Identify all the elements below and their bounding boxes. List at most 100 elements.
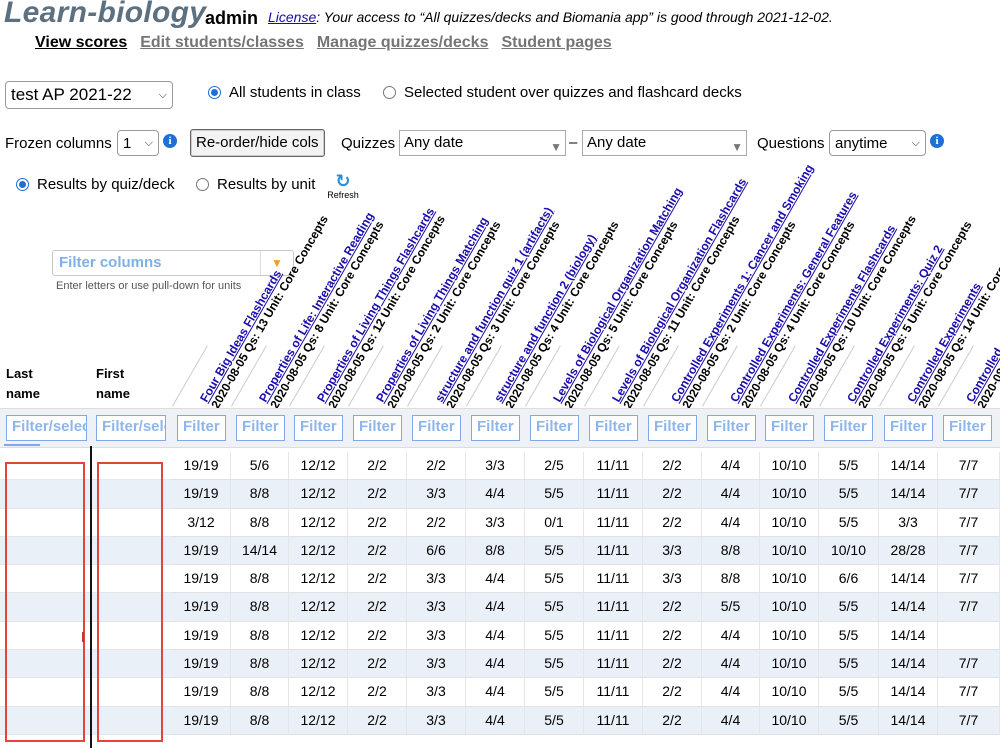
score-cell[interactable]: 10/10 — [760, 621, 819, 650]
score-cell[interactable]: 4/4 — [702, 480, 760, 508]
score-cell[interactable]: 3/3 — [466, 508, 525, 536]
score-cell[interactable]: 4/4 — [466, 480, 525, 508]
score-cell[interactable]: 14/14 — [879, 565, 938, 593]
score-cell[interactable]: 7/7 — [938, 565, 1000, 593]
score-cell[interactable]: 7/7 — [938, 593, 1000, 621]
score-cell[interactable]: 19/19 — [172, 621, 231, 650]
score-cell[interactable]: 19/19 — [172, 452, 231, 480]
score-cell[interactable]: 10/10 — [760, 452, 819, 480]
score-cell[interactable]: 8/8 — [231, 650, 289, 678]
score-cell[interactable]: 10/10 — [760, 480, 819, 508]
first-name-filter-input[interactable]: Filter/select — [96, 415, 166, 441]
score-cell[interactable]: 19/19 — [172, 678, 231, 706]
score-cell[interactable]: 4/4 — [702, 452, 760, 480]
score-cell[interactable]: 2/2 — [643, 508, 702, 536]
score-cell[interactable]: 0/1 — [525, 508, 584, 536]
score-cell[interactable]: 11/11 — [584, 536, 643, 565]
score-cell[interactable]: 12/12 — [289, 452, 348, 480]
score-cell[interactable]: 2/2 — [348, 593, 407, 621]
column-filter-input[interactable]: Filter — [471, 415, 520, 441]
score-cell[interactable]: 11/11 — [584, 565, 643, 593]
score-cell[interactable]: 14/14 — [879, 678, 938, 706]
score-cell[interactable]: 2/2 — [643, 650, 702, 678]
score-cell[interactable]: 3/3 — [407, 706, 466, 734]
score-cell[interactable] — [938, 621, 1000, 650]
score-cell[interactable]: 11/11 — [584, 678, 643, 706]
score-cell[interactable]: 2/2 — [348, 706, 407, 734]
score-cell[interactable]: 6/6 — [819, 565, 879, 593]
score-cell[interactable]: 3/3 — [643, 565, 702, 593]
score-cell[interactable]: 10/10 — [760, 706, 819, 734]
score-cell[interactable]: 12/12 — [289, 593, 348, 621]
score-cell[interactable]: 2/2 — [643, 452, 702, 480]
score-cell[interactable]: 2/2 — [643, 621, 702, 650]
score-cell[interactable]: 4/4 — [466, 565, 525, 593]
score-cell[interactable]: 3/3 — [643, 536, 702, 565]
score-cell[interactable]: 7/7 — [938, 480, 1000, 508]
score-cell[interactable]: 10/10 — [760, 508, 819, 536]
score-cell[interactable]: 3/3 — [407, 480, 466, 508]
score-cell[interactable]: 14/14 — [231, 536, 289, 565]
score-cell[interactable]: 2/2 — [348, 452, 407, 480]
score-cell[interactable]: 8/8 — [231, 678, 289, 706]
score-cell[interactable]: 5/5 — [525, 536, 584, 565]
score-cell[interactable]: 2/2 — [643, 706, 702, 734]
column-filter-input[interactable]: Filter — [884, 415, 933, 441]
score-cell[interactable]: 11/11 — [584, 650, 643, 678]
score-cell[interactable]: 10/10 — [760, 650, 819, 678]
score-cell[interactable]: 8/8 — [702, 565, 760, 593]
score-cell[interactable]: 5/5 — [525, 706, 584, 734]
score-cell[interactable]: 2/2 — [643, 480, 702, 508]
score-cell[interactable]: 3/3 — [407, 650, 466, 678]
score-cell[interactable]: 2/2 — [643, 678, 702, 706]
column-filter-input[interactable]: Filter — [412, 415, 461, 441]
score-cell[interactable]: 5/5 — [819, 508, 879, 536]
column-filter-input[interactable]: Filter — [765, 415, 814, 441]
score-cell[interactable]: 5/6 — [231, 452, 289, 480]
score-cell[interactable]: 14/14 — [879, 621, 938, 650]
score-cell[interactable]: 12/12 — [289, 565, 348, 593]
score-cell[interactable]: 2/2 — [407, 508, 466, 536]
score-cell[interactable]: 4/4 — [466, 678, 525, 706]
score-cell[interactable]: 8/8 — [702, 536, 760, 565]
score-cell[interactable]: 5/5 — [525, 650, 584, 678]
score-cell[interactable]: 19/19 — [172, 565, 231, 593]
score-cell[interactable]: 8/8 — [231, 621, 289, 650]
score-cell[interactable]: 2/2 — [348, 508, 407, 536]
column-filter-input[interactable]: Filter — [589, 415, 638, 441]
score-cell[interactable]: 5/5 — [819, 452, 879, 480]
score-cell[interactable]: 2/2 — [348, 565, 407, 593]
score-cell[interactable]: 7/7 — [938, 650, 1000, 678]
score-cell[interactable]: 12/12 — [289, 508, 348, 536]
score-cell[interactable]: 12/12 — [289, 536, 348, 565]
score-cell[interactable]: 10/10 — [760, 565, 819, 593]
score-cell[interactable]: 4/4 — [466, 650, 525, 678]
score-cell[interactable]: 4/4 — [702, 706, 760, 734]
score-cell[interactable]: 19/19 — [172, 706, 231, 734]
column-filter-input[interactable]: Filter — [824, 415, 873, 441]
score-cell[interactable]: 7/7 — [938, 536, 1000, 565]
score-cell[interactable]: 2/2 — [348, 480, 407, 508]
column-filter-input[interactable]: Filter — [530, 415, 579, 441]
score-cell[interactable]: 19/19 — [172, 593, 231, 621]
column-filter-input[interactable]: Filter — [943, 415, 992, 441]
score-cell[interactable]: 3/3 — [407, 593, 466, 621]
score-cell[interactable]: 7/7 — [938, 678, 1000, 706]
score-cell[interactable]: 10/10 — [760, 678, 819, 706]
column-filter-input[interactable]: Filter — [707, 415, 756, 441]
column-filter-input[interactable]: Filter — [648, 415, 697, 441]
score-cell[interactable]: 14/14 — [879, 650, 938, 678]
score-cell[interactable]: 8/8 — [231, 593, 289, 621]
score-cell[interactable]: 11/11 — [584, 706, 643, 734]
score-cell[interactable]: 5/5 — [819, 621, 879, 650]
score-cell[interactable]: 3/12 — [172, 508, 231, 536]
score-cell[interactable]: 8/8 — [466, 536, 525, 565]
score-cell[interactable]: 2/2 — [348, 678, 407, 706]
frozen-column-divider[interactable] — [90, 446, 92, 748]
score-cell[interactable]: 28/28 — [879, 536, 938, 565]
score-cell[interactable]: 4/4 — [702, 678, 760, 706]
score-cell[interactable]: 11/11 — [584, 593, 643, 621]
score-cell[interactable]: 10/10 — [819, 536, 879, 565]
score-cell[interactable]: 5/5 — [525, 621, 584, 650]
score-cell[interactable]: 5/5 — [819, 480, 879, 508]
